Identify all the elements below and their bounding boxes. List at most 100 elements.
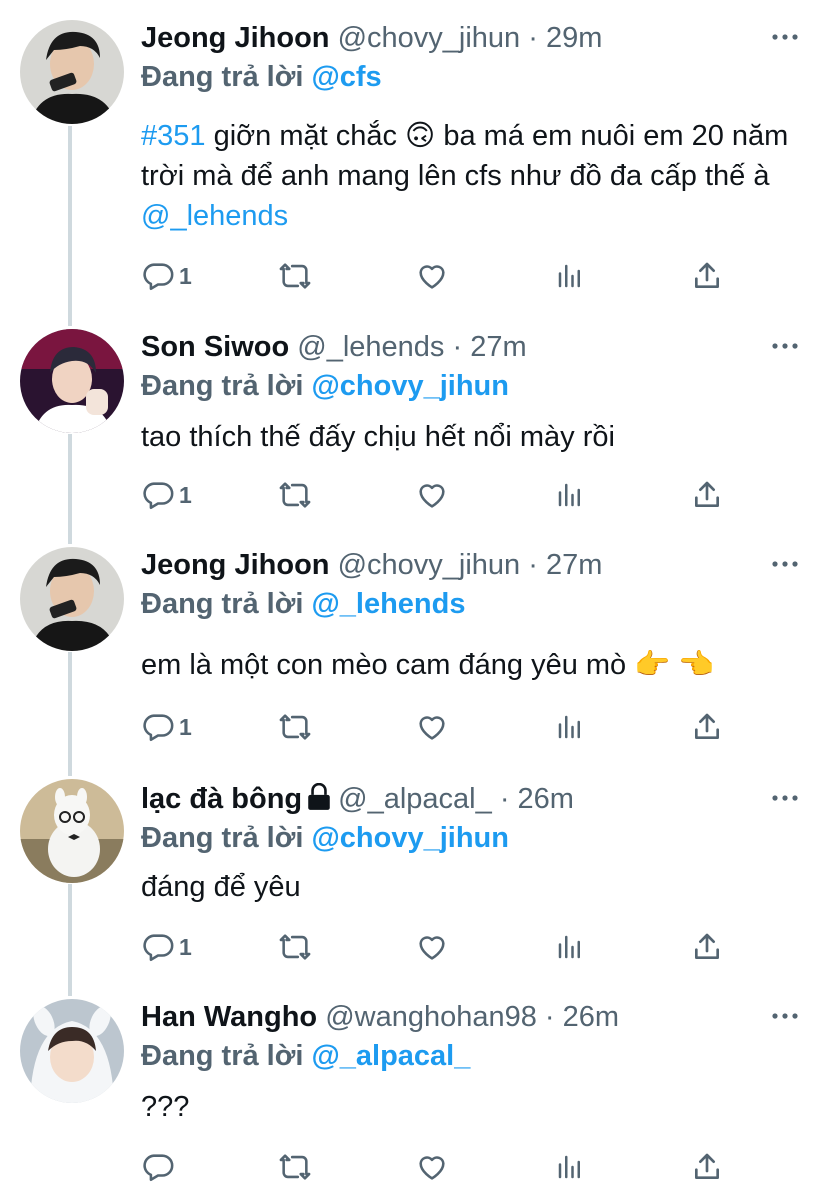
replying-to-handle[interactable]: @chovy_jihun xyxy=(311,822,508,854)
retweet-icon xyxy=(277,478,313,512)
share-icon xyxy=(691,1150,723,1184)
mention-link[interactable]: @_lehends xyxy=(141,200,288,232)
like-icon xyxy=(415,710,449,744)
tweet[interactable]: Jeong Jihoon @chovy_jihun · 29m Đang trả… xyxy=(0,18,828,318)
more-icon[interactable] xyxy=(770,22,800,52)
share-icon xyxy=(691,259,723,293)
tweet-header: Han Wangho @wanghohan98 · 26m xyxy=(141,997,619,1037)
analytics-button[interactable] xyxy=(555,256,585,296)
replying-to-handle[interactable]: @cfs xyxy=(311,61,381,93)
user-handle[interactable]: @wanghohan98 xyxy=(325,1001,537,1033)
display-name[interactable]: lạc đà bông xyxy=(141,783,302,815)
tweet-body: giỡn mặt chắc 🙃 ba má em nuôi em 20 năm … xyxy=(141,120,789,192)
like-button[interactable] xyxy=(415,927,449,967)
analytics-icon xyxy=(555,478,585,512)
share-button[interactable] xyxy=(691,1147,723,1187)
more-icon[interactable] xyxy=(770,549,800,579)
timestamp[interactable]: · 29m xyxy=(528,22,602,54)
analytics-icon xyxy=(555,259,585,293)
tweet-actions: 1 xyxy=(141,927,741,967)
hashtag-link[interactable]: #351 xyxy=(141,120,206,152)
timestamp[interactable]: · 26m xyxy=(500,783,574,815)
reply-icon xyxy=(141,1150,175,1184)
avatar[interactable] xyxy=(20,547,124,651)
like-button[interactable] xyxy=(415,1147,449,1187)
replying-to-handle[interactable]: @chovy_jihun xyxy=(311,370,508,402)
retweet-button[interactable] xyxy=(277,475,313,515)
more-icon[interactable] xyxy=(770,783,800,813)
replying-to-label: Đang trả lời xyxy=(141,588,304,620)
retweet-button[interactable] xyxy=(277,707,313,747)
reply-button[interactable]: 1 xyxy=(141,256,192,296)
reply-button[interactable]: 1 xyxy=(141,927,192,967)
display-name[interactable]: Son Siwoo xyxy=(141,331,289,363)
avatar[interactable] xyxy=(20,779,124,883)
reply-button[interactable] xyxy=(141,1147,179,1187)
more-icon[interactable] xyxy=(770,1001,800,1031)
avatar[interactable] xyxy=(20,999,124,1103)
share-button[interactable] xyxy=(691,475,723,515)
tweet-text: em là một con mèo cam đáng yêu mò 👉 👈 xyxy=(141,649,715,681)
replying-to-label: Đang trả lời xyxy=(141,1040,304,1072)
analytics-button[interactable] xyxy=(555,475,585,515)
user-handle[interactable]: @chovy_jihun xyxy=(338,549,521,581)
like-icon xyxy=(415,1150,449,1184)
reply-count: 1 xyxy=(179,933,192,960)
share-button[interactable] xyxy=(691,707,723,747)
retweet-icon xyxy=(277,930,313,964)
retweet-icon xyxy=(277,259,313,293)
avatar[interactable] xyxy=(20,329,124,433)
user-handle[interactable]: @_lehends xyxy=(297,331,444,363)
analytics-button[interactable] xyxy=(555,707,585,747)
replying-to-label: Đang trả lời xyxy=(141,61,304,93)
tweet-header: Jeong Jihoon @chovy_jihun · 27m xyxy=(141,545,602,585)
share-icon xyxy=(691,930,723,964)
tweet-header: lạc đà bông @_alpacal_ · 26m xyxy=(141,779,574,819)
replying-to: Đang trả lời @cfs xyxy=(141,58,382,96)
tweet-actions: 1 xyxy=(141,707,741,747)
user-handle[interactable]: @chovy_jihun xyxy=(338,22,521,54)
tweet[interactable]: Jeong Jihoon @chovy_jihun · 27m Đang trả… xyxy=(0,545,828,765)
tweet[interactable]: lạc đà bông @_alpacal_ · 26m Đang trả lời… xyxy=(0,779,828,989)
analytics-icon xyxy=(555,930,585,964)
retweet-button[interactable] xyxy=(277,1147,313,1187)
timestamp[interactable]: · 26m xyxy=(545,1001,619,1033)
display-name[interactable]: Jeong Jihoon xyxy=(141,549,330,581)
replying-to-handle[interactable]: @_alpacal_ xyxy=(311,1040,470,1072)
retweet-button[interactable] xyxy=(277,927,313,967)
share-button[interactable] xyxy=(691,927,723,967)
like-button[interactable] xyxy=(415,475,449,515)
share-icon xyxy=(691,478,723,512)
like-button[interactable] xyxy=(415,707,449,747)
share-button[interactable] xyxy=(691,256,723,296)
tweet[interactable]: Son Siwoo @_lehends · 27m Đang trả lời @… xyxy=(0,327,828,527)
timestamp[interactable]: · 27m xyxy=(528,549,602,581)
like-icon xyxy=(415,259,449,293)
timestamp[interactable]: · 27m xyxy=(453,331,527,363)
replying-to-label: Đang trả lời xyxy=(141,822,304,854)
reply-button[interactable]: 1 xyxy=(141,707,192,747)
display-name[interactable]: Han Wangho xyxy=(141,1001,317,1033)
tweet-actions: 1 xyxy=(141,475,741,515)
display-name[interactable]: Jeong Jihoon xyxy=(141,22,330,54)
like-button[interactable] xyxy=(415,256,449,296)
like-icon xyxy=(415,930,449,964)
retweet-button[interactable] xyxy=(277,256,313,296)
tweet[interactable]: Han Wangho @wanghohan98 · 26m Đang trả l… xyxy=(0,997,828,1189)
tweet-header: Son Siwoo @_lehends · 27m xyxy=(141,327,527,367)
replying-to-handle[interactable]: @_lehends xyxy=(311,588,465,620)
tweet-text: #351 giỡn mặt chắc 🙃 ba má em nuôi em 20… xyxy=(141,116,791,236)
avatar[interactable] xyxy=(20,20,124,124)
tweet-text: đáng để yêu xyxy=(141,871,301,903)
more-icon[interactable] xyxy=(770,331,800,361)
tweet-actions xyxy=(141,1147,741,1187)
user-handle[interactable]: @_alpacal_ xyxy=(338,783,492,815)
analytics-button[interactable] xyxy=(555,1147,585,1187)
reply-count: 1 xyxy=(179,713,192,740)
replying-to: Đang trả lời @_lehends xyxy=(141,585,465,623)
reply-button[interactable]: 1 xyxy=(141,475,192,515)
reply-icon xyxy=(141,930,175,964)
replying-to-label: Đang trả lời xyxy=(141,370,304,402)
tweet-actions: 1 xyxy=(141,256,741,296)
analytics-button[interactable] xyxy=(555,927,585,967)
